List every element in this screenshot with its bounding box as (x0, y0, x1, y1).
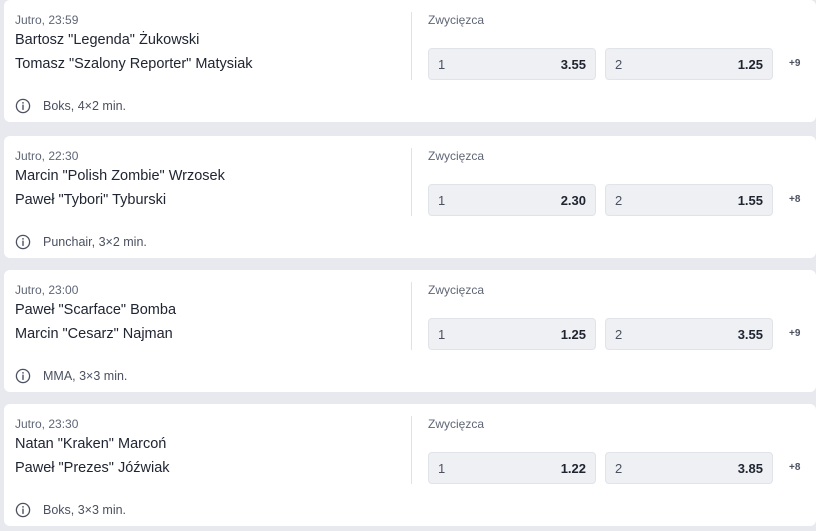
more-markets-link[interactable]: +8 (789, 194, 800, 205)
market-title: Zwycięzca (428, 283, 485, 297)
more-markets-link[interactable]: +8 (789, 462, 800, 473)
odd-label: 2 (615, 57, 623, 72)
odd-button-fighter-2[interactable]: 2 1.55 (605, 184, 773, 216)
fighter-2-name[interactable]: Paweł "Prezes" Jóźwiak (15, 460, 170, 476)
divider (411, 12, 412, 80)
odd-label: 1 (438, 461, 446, 476)
odd-value: 3.55 (737, 327, 763, 342)
fighter-2-name[interactable]: Marcin "Cesarz" Najman (15, 326, 173, 342)
info-circle-icon (15, 234, 31, 250)
more-markets-link[interactable]: +9 (789, 328, 800, 339)
odd-button-fighter-1[interactable]: 1 1.22 (428, 452, 596, 484)
divider (411, 148, 412, 216)
odd-value: 1.25 (560, 327, 586, 342)
odd-label: 1 (438, 193, 446, 208)
event-info: Punchair, 3×2 min. (43, 235, 147, 249)
divider (411, 282, 412, 350)
odd-button-fighter-2[interactable]: 2 3.85 (605, 452, 773, 484)
fighter-1-name[interactable]: Marcin "Polish Zombie" Wrzosek (15, 168, 225, 184)
event-info: Boks, 4×2 min. (43, 99, 127, 113)
odd-label: 1 (438, 57, 446, 72)
market-title: Zwycięzca (428, 149, 485, 163)
event-card[interactable]: Jutro, 23:30 Natan "Kraken" Marcoń Paweł… (4, 404, 816, 526)
odd-value: 1.25 (737, 57, 763, 72)
info-circle-icon (15, 98, 31, 114)
info-circle-icon (15, 502, 31, 518)
info-circle-icon (15, 368, 31, 384)
odd-value: 3.85 (737, 461, 763, 476)
event-time: Jutro, 23:00 (15, 283, 79, 297)
event-time: Jutro, 22:30 (15, 149, 79, 163)
odd-label: 1 (438, 327, 446, 342)
market-title: Zwycięzca (428, 417, 485, 431)
fighter-2-name[interactable]: Paweł "Tybori" Tyburski (15, 192, 166, 208)
event-info: MMA, 3×3 min. (43, 369, 128, 383)
fighter-1-name[interactable]: Paweł "Scarface" Bomba (15, 302, 176, 318)
odd-value: 2.30 (560, 193, 586, 208)
odd-value: 1.55 (737, 193, 763, 208)
fighter-2-name[interactable]: Tomasz "Szalony Reporter" Matysiak (15, 56, 253, 72)
event-time: Jutro, 23:59 (15, 13, 79, 27)
more-markets-link[interactable]: +9 (789, 58, 800, 69)
odd-button-fighter-2[interactable]: 2 3.55 (605, 318, 773, 350)
event-card[interactable]: Jutro, 23:59 Bartosz "Legenda" Żukowski … (4, 0, 816, 122)
event-card[interactable]: Jutro, 22:30 Marcin "Polish Zombie" Wrzo… (4, 136, 816, 258)
event-info: Boks, 3×3 min. (43, 503, 127, 517)
odd-value: 1.22 (560, 461, 586, 476)
odd-label: 2 (615, 193, 623, 208)
odd-button-fighter-1[interactable]: 1 3.55 (428, 48, 596, 80)
event-card[interactable]: Jutro, 23:00 Paweł "Scarface" Bomba Marc… (4, 270, 816, 392)
fighter-1-name[interactable]: Bartosz "Legenda" Żukowski (15, 32, 199, 48)
odd-button-fighter-2[interactable]: 2 1.25 (605, 48, 773, 80)
fighter-1-name[interactable]: Natan "Kraken" Marcoń (15, 436, 166, 452)
divider (411, 416, 412, 484)
odd-button-fighter-1[interactable]: 1 1.25 (428, 318, 596, 350)
odd-label: 2 (615, 327, 623, 342)
event-time: Jutro, 23:30 (15, 417, 79, 431)
odd-value: 3.55 (560, 57, 586, 72)
odd-button-fighter-1[interactable]: 1 2.30 (428, 184, 596, 216)
odd-label: 2 (615, 461, 623, 476)
market-title: Zwycięzca (428, 13, 485, 27)
